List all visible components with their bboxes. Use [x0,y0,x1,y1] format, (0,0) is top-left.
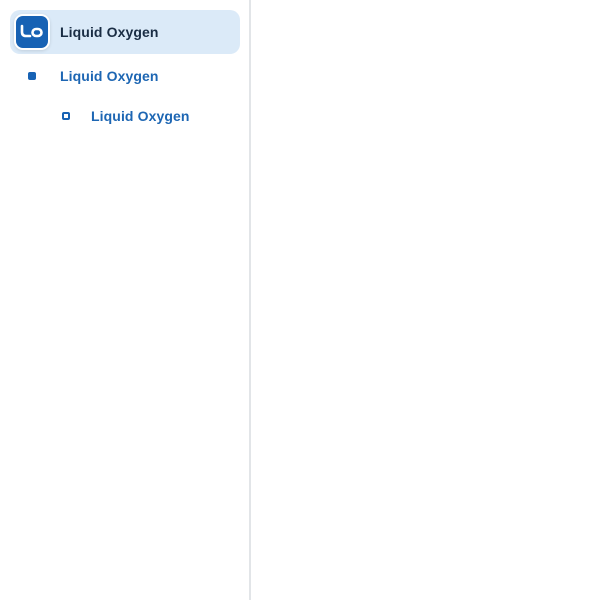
logo-mark [16,16,48,48]
liquid-oxygen-logo-icon [20,24,43,38]
sidebar-item-label: Liquid Oxygen [60,68,159,84]
sidebar-header-title: Liquid Oxygen [60,24,159,40]
sidebar-item-level-2[interactable]: Liquid Oxygen [62,104,190,128]
sidebar-item-label: Liquid Oxygen [91,108,190,124]
sidebar: Liquid Oxygen Liquid Oxygen Liquid Oxyge… [0,0,251,600]
sidebar-header-home-link[interactable]: Liquid Oxygen [10,10,240,54]
main-content-area [251,0,600,600]
app-window: Liquid Oxygen Liquid Oxygen Liquid Oxyge… [0,0,600,600]
hollow-square-bullet-icon [62,112,70,120]
app-logo [14,14,50,50]
filled-square-bullet-icon [28,72,36,80]
sidebar-item-level-1[interactable]: Liquid Oxygen [28,64,159,88]
